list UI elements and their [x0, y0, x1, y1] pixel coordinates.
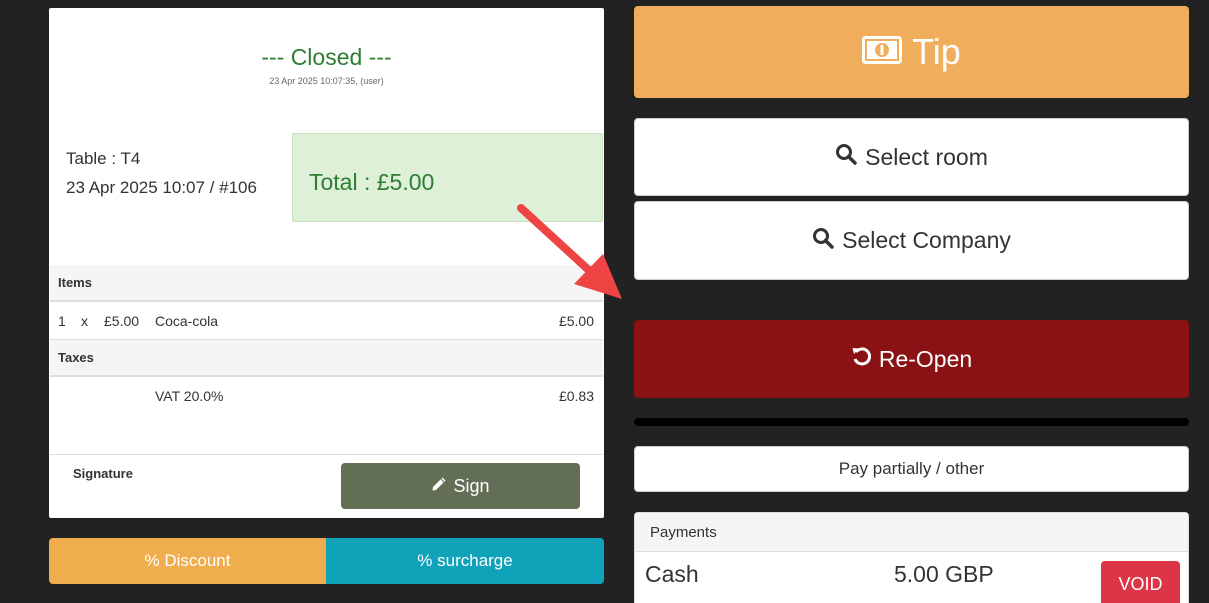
date-label: 23 Apr 2025 10:07 / #106: [66, 178, 257, 197]
item-unit-price: £5.00: [104, 313, 140, 329]
tip-button[interactable]: Tip: [634, 6, 1189, 98]
item-times: x: [81, 313, 88, 329]
tip-button-label: Tip: [912, 31, 961, 72]
tax-row: VAT 20.0% £0.83: [50, 377, 603, 415]
receipt-panel: --- Closed --- 23 Apr 2025 10:07:35, (us…: [49, 8, 604, 518]
select-company-button[interactable]: Select Company: [634, 201, 1189, 280]
surcharge-button[interactable]: % surcharge: [326, 538, 604, 584]
reopen-button[interactable]: Re-Open: [634, 320, 1189, 398]
sign-button[interactable]: Sign: [341, 463, 580, 509]
payments-panel: Payments Cash 5.00 GBP VOID: [634, 512, 1189, 603]
reopen-label: Re-Open: [878, 345, 973, 372]
payments-header: Payments: [635, 513, 1188, 552]
pay-partially-button[interactable]: Pay partially / other: [634, 446, 1189, 492]
payment-method: Cash: [645, 561, 699, 587]
progress-bar: [634, 418, 1189, 426]
items-header: Items: [50, 265, 603, 302]
total-label: Total : £5.00: [309, 169, 435, 195]
select-room-label: Select room: [865, 143, 988, 170]
money-icon: [862, 31, 903, 73]
void-button[interactable]: VOID: [1101, 561, 1180, 603]
undo-icon: [851, 345, 873, 373]
divider: [50, 454, 603, 455]
signature-label: Signature: [73, 466, 133, 481]
sign-button-label: Sign: [453, 475, 490, 496]
item-amount: £5.00: [558, 313, 594, 329]
payment-amount: 5.00 GBP: [894, 561, 994, 587]
taxes-header: Taxes: [50, 340, 603, 377]
search-icon: [835, 143, 857, 171]
total-box: Total : £5.00: [292, 133, 603, 222]
item-qty: 1: [58, 313, 66, 329]
search-icon: [812, 227, 834, 255]
status-title: --- Closed ---: [261, 44, 392, 70]
tax-name: VAT 20.0%: [155, 388, 224, 404]
item-name: Coca-cola: [155, 313, 219, 329]
item-row: 1 x £5.00 Coca-cola £5.00: [50, 302, 603, 340]
table-label: Table : T4: [66, 149, 141, 168]
discount-button[interactable]: % Discount: [49, 538, 326, 584]
tax-amount: £0.83: [558, 388, 594, 404]
status-subtitle: 23 Apr 2025 10:07:35, (user): [269, 76, 384, 86]
select-room-button[interactable]: Select room: [634, 118, 1189, 196]
select-company-label: Select Company: [842, 227, 1011, 253]
pencil-icon: [431, 476, 447, 497]
